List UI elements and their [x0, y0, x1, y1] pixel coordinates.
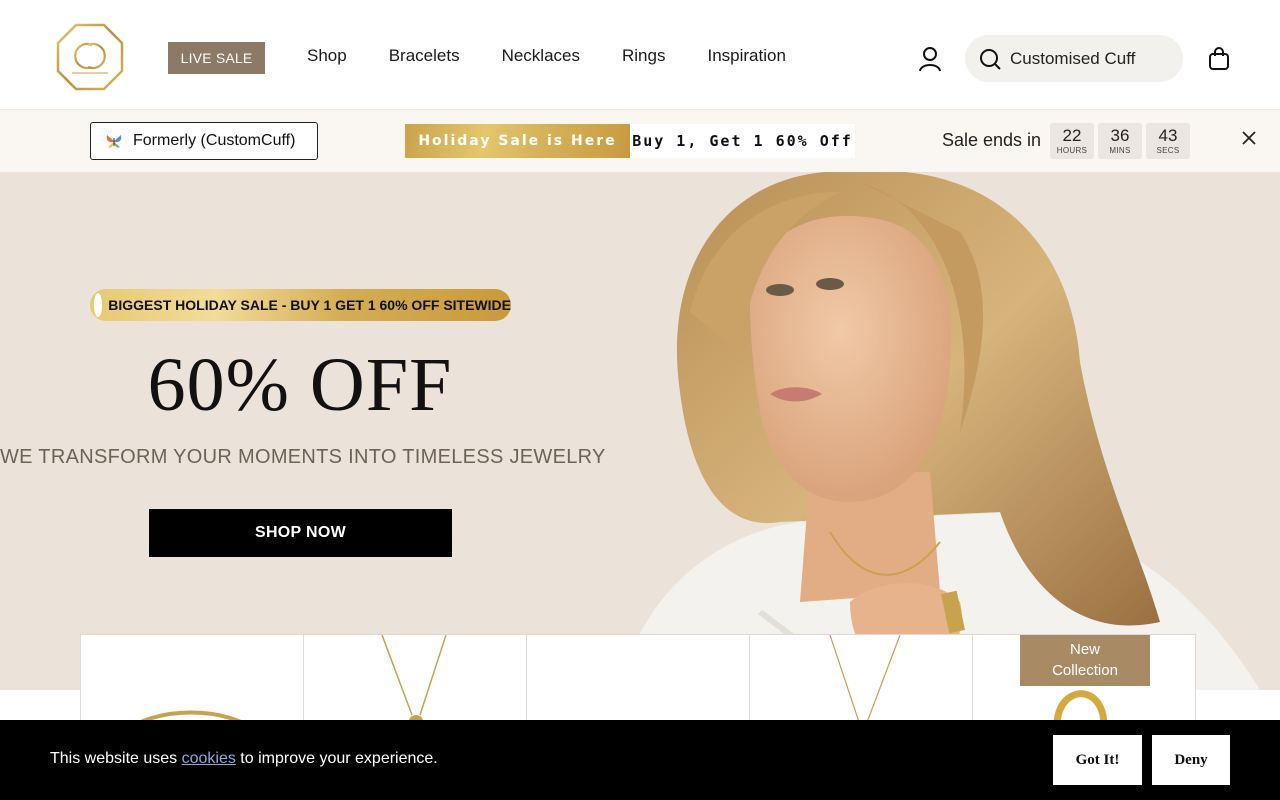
- cookie-text: This website uses cookies to improve you…: [50, 750, 438, 768]
- search-icon: [980, 48, 1001, 70]
- shop-now-button[interactable]: SHOP NOW: [149, 509, 452, 557]
- cookie-text-before: This website uses: [50, 750, 182, 767]
- accept-cookies-button[interactable]: Got It!: [1053, 735, 1142, 785]
- badge-dot: [94, 293, 103, 317]
- new-tag-line1: New: [1069, 641, 1100, 658]
- shopping-bag-icon[interactable]: [1206, 45, 1232, 71]
- new-tag-line2: Collection: [1052, 662, 1118, 679]
- countdown-mins-unit: MINS: [1109, 146, 1131, 155]
- holiday-offer-text: Buy 1, Get 1 60% Off: [630, 124, 855, 158]
- search-text: Customised Cuff: [1010, 48, 1136, 68]
- nav-necklaces[interactable]: Necklaces: [502, 46, 580, 66]
- countdown-secs-value: 43: [1158, 126, 1178, 145]
- deny-cookies-button[interactable]: Deny: [1152, 735, 1230, 785]
- brand-logo[interactable]: [56, 23, 124, 91]
- cookies-link[interactable]: cookies: [182, 750, 236, 767]
- countdown-hours-unit: HOURS: [1056, 146, 1088, 155]
- hero-subtitle: WE TRANSFORM YOUR MOMENTS INTO TIMELESS …: [0, 446, 606, 468]
- holiday-sale-badge: BIGGEST HOLIDAY SALE - BUY 1 GET 1 60% O…: [90, 289, 511, 321]
- formerly-customcuff-badge[interactable]: Formerly (CustomCuff): [90, 122, 318, 160]
- site-header: LIVE SALE Shop Bracelets Necklaces Rings…: [0, 0, 1280, 110]
- countdown-mins-value: 36: [1110, 126, 1130, 145]
- search-input[interactable]: Customised Cuff: [965, 35, 1183, 82]
- nav-bracelets[interactable]: Bracelets: [389, 46, 460, 66]
- cookie-banner: This website uses cookies to improve you…: [0, 720, 1280, 800]
- hero-banner: BIGGEST HOLIDAY SALE - BUY 1 GET 1 60% O…: [0, 172, 1280, 690]
- nav-rings[interactable]: Rings: [622, 46, 665, 66]
- hero-model-photo: [620, 172, 1260, 690]
- close-icon[interactable]: [1239, 128, 1259, 148]
- countdown-hours: 22 HOURS: [1050, 123, 1094, 159]
- nav-shop[interactable]: Shop: [307, 46, 347, 66]
- butterfly-icon: [106, 135, 122, 148]
- user-icon[interactable]: [916, 45, 944, 73]
- countdown-secs: 43 SECS: [1146, 123, 1190, 159]
- nav-inspiration[interactable]: Inspiration: [707, 46, 785, 66]
- promo-bar: Formerly (CustomCuff) Holiday Sale is He…: [0, 110, 1280, 172]
- hero-title: 60% OFF: [147, 343, 453, 427]
- countdown-hours-value: 22: [1062, 126, 1082, 145]
- cookie-text-after: to improve your experience.: [235, 750, 438, 767]
- sale-ends-label: Sale ends in: [942, 130, 1042, 150]
- countdown-mins: 36 MINS: [1098, 123, 1142, 159]
- formerly-label: Formerly (CustomCuff): [133, 132, 296, 149]
- holiday-sale-banner[interactable]: Holiday Sale is Here Buy 1, Get 1 60% Of…: [405, 124, 855, 158]
- new-collection-tag: New Collection: [1020, 635, 1150, 686]
- main-nav: Shop Bracelets Necklaces Rings Inspirati…: [307, 46, 786, 66]
- countdown-secs-unit: SECS: [1156, 146, 1180, 155]
- live-sale-button[interactable]: LIVE SALE: [168, 42, 265, 74]
- badge-text: BIGGEST HOLIDAY SALE - BUY 1 GET 1 60% O…: [108, 297, 511, 313]
- holiday-sale-gold-text: Holiday Sale is Here: [405, 124, 630, 158]
